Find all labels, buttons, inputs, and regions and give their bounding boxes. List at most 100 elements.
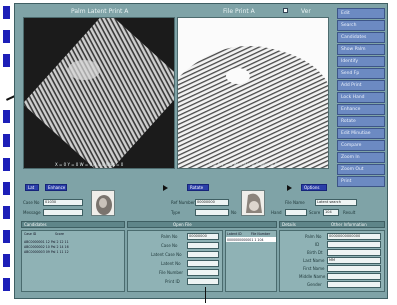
latent-thumbnail-graphic: [96, 195, 112, 215]
match-col-latent-id: Latent ID: [227, 232, 242, 236]
file-number-field[interactable]: [187, 269, 219, 276]
play-left-icon[interactable]: [163, 185, 168, 191]
rotate-button[interactable]: Rotate: [337, 116, 385, 127]
details-middle-name-field[interactable]: [327, 273, 381, 280]
left-border-dash: [3, 254, 10, 267]
type-label: Type: [171, 210, 181, 215]
record-case-no-field[interactable]: [187, 242, 219, 249]
left-border-dash: [3, 206, 10, 219]
candidates-button[interactable]: Candidates: [337, 32, 385, 43]
rotate-toolbar-label: Rotate: [190, 185, 204, 190]
compare-button[interactable]: Compare: [337, 140, 385, 151]
latent-print-image[interactable]: [23, 17, 175, 169]
search-button[interactable]: Search: [337, 20, 385, 31]
file-number-label: File Number: [159, 270, 184, 275]
score-field[interactable]: 104: [323, 209, 339, 216]
file-name-field[interactable]: Latent search: [315, 199, 357, 206]
file-thumbnail[interactable]: [241, 190, 265, 216]
details-first-name-label: First Name: [303, 266, 325, 271]
details-first-name-field[interactable]: [327, 265, 381, 272]
details-gender-label: Gender: [307, 282, 322, 287]
right-image-coords: X = 0 Y = 0 W = 0 H = 0 Wait = 0: [209, 162, 278, 167]
details-last-name-field[interactable]: MM: [327, 257, 381, 264]
record-case-no-label: Case No: [161, 243, 178, 248]
no-label: No: [231, 210, 237, 215]
send-fp-button[interactable]: Send Fp: [337, 68, 385, 79]
lat-button-label: Lat: [28, 185, 35, 190]
left-image-title: Palm Latent Print A: [71, 8, 129, 15]
print-button[interactable]: Print: [337, 176, 385, 187]
fingerprint-application-window: Palm Latent Print A File Print A Ver X =…: [14, 3, 388, 299]
lock-hand-button[interactable]: Lock Hand: [337, 92, 385, 103]
candidates-col-score: Score: [55, 232, 64, 236]
candidates-col-case-id: Case ID: [24, 232, 37, 236]
list-item[interactable]: ABC0000001 12 Pal 2 12 11: [24, 240, 69, 244]
ref-number-label: Ref Number: [171, 200, 195, 205]
left-border-dash: [3, 230, 10, 243]
list-item[interactable]: ABC0000003 09 Pal 1 11 12: [24, 250, 69, 254]
left-border-dash: [3, 54, 10, 67]
top-right-label: Ver: [301, 8, 311, 15]
edit-button[interactable]: Edit: [337, 8, 385, 19]
palm-no-field[interactable]: 00000000: [187, 233, 219, 240]
case-no-field[interactable]: 01030: [43, 199, 83, 206]
case-no-label: Case No: [23, 200, 40, 205]
edit-minutiae-button[interactable]: Edit Minutiae: [337, 128, 385, 139]
score-label: Score: [309, 210, 321, 215]
identify-button[interactable]: Identify: [337, 56, 385, 67]
open-file-panel-header: [127, 221, 277, 228]
message-field[interactable]: [43, 209, 83, 216]
left-border-dash: [3, 182, 10, 195]
print-id-label: Print ID: [165, 279, 180, 284]
result-label: Result: [343, 210, 356, 215]
left-border-dash: [3, 110, 10, 123]
left-border-dash: [3, 134, 10, 147]
zoom-in-button[interactable]: Zoom In: [337, 152, 385, 163]
list-item[interactable]: ABC0000002 10 Pal 2 14 16: [24, 245, 69, 249]
ref-number-field[interactable]: 00000000: [195, 199, 229, 206]
file-print-image[interactable]: [177, 17, 329, 169]
latent-case-no-field[interactable]: [187, 251, 219, 258]
latent-no-field[interactable]: [187, 260, 219, 267]
play-right-icon[interactable]: [287, 185, 292, 191]
show-palm-button[interactable]: Show Palm: [337, 44, 385, 55]
top-right-indicator[interactable]: [283, 8, 288, 13]
right-image-title: File Print A: [223, 8, 255, 15]
match-col-file-number: File Number: [251, 232, 271, 236]
pointer-line: [205, 287, 206, 303]
list-item[interactable]: 0000000000001 1 104: [227, 238, 264, 242]
type-field[interactable]: [195, 209, 229, 216]
left-border-dash: [3, 6, 10, 19]
candidates-panel-header: Candidates: [21, 221, 125, 228]
details-id-label: ID: [315, 242, 320, 247]
left-border-dash: [3, 30, 10, 43]
enhance-button[interactable]: Enhance: [337, 104, 385, 115]
latent-thumbnail[interactable]: [91, 190, 115, 216]
file-thumbnail-graphic: [246, 193, 262, 213]
file-fingerprint-graphic: [178, 18, 328, 168]
details-middle-name-label: Middle Name: [299, 274, 326, 279]
details-birth-field[interactable]: [327, 249, 381, 256]
details-id-field[interactable]: [327, 241, 381, 248]
left-image-coords: X = 0 Y = 0 W = 0 H = 0 Wait = 0: [55, 162, 124, 167]
details-birth-label: Birth Dt: [307, 250, 323, 255]
message-label: Message: [23, 210, 41, 215]
details-gender-field[interactable]: [327, 281, 381, 288]
file-name-label: File Name: [285, 200, 305, 205]
print-id-field[interactable]: [187, 278, 219, 285]
zoom-out-button[interactable]: Zoom Out: [337, 164, 385, 175]
enhance-toolbar-label: Enhance: [48, 185, 66, 190]
hand-field[interactable]: [285, 209, 307, 216]
latent-fingerprint-graphic: [24, 18, 174, 168]
hand-label: Hand: [271, 210, 282, 215]
options-toolbar-label: Options: [304, 185, 320, 190]
details-last-name-label: Last Name: [303, 258, 325, 263]
left-border-dash: [3, 278, 10, 291]
palm-no-label: Palm No: [161, 234, 178, 239]
details-palm-no-field[interactable]: 00000000000000: [327, 233, 381, 240]
add-print-button[interactable]: Add Print: [337, 80, 385, 91]
left-border-dash: [3, 158, 10, 171]
other-info-label[interactable]: Other Information: [331, 222, 367, 227]
details-palm-no-label: Palm No: [305, 234, 322, 239]
open-file-label[interactable]: Open File: [173, 222, 192, 227]
